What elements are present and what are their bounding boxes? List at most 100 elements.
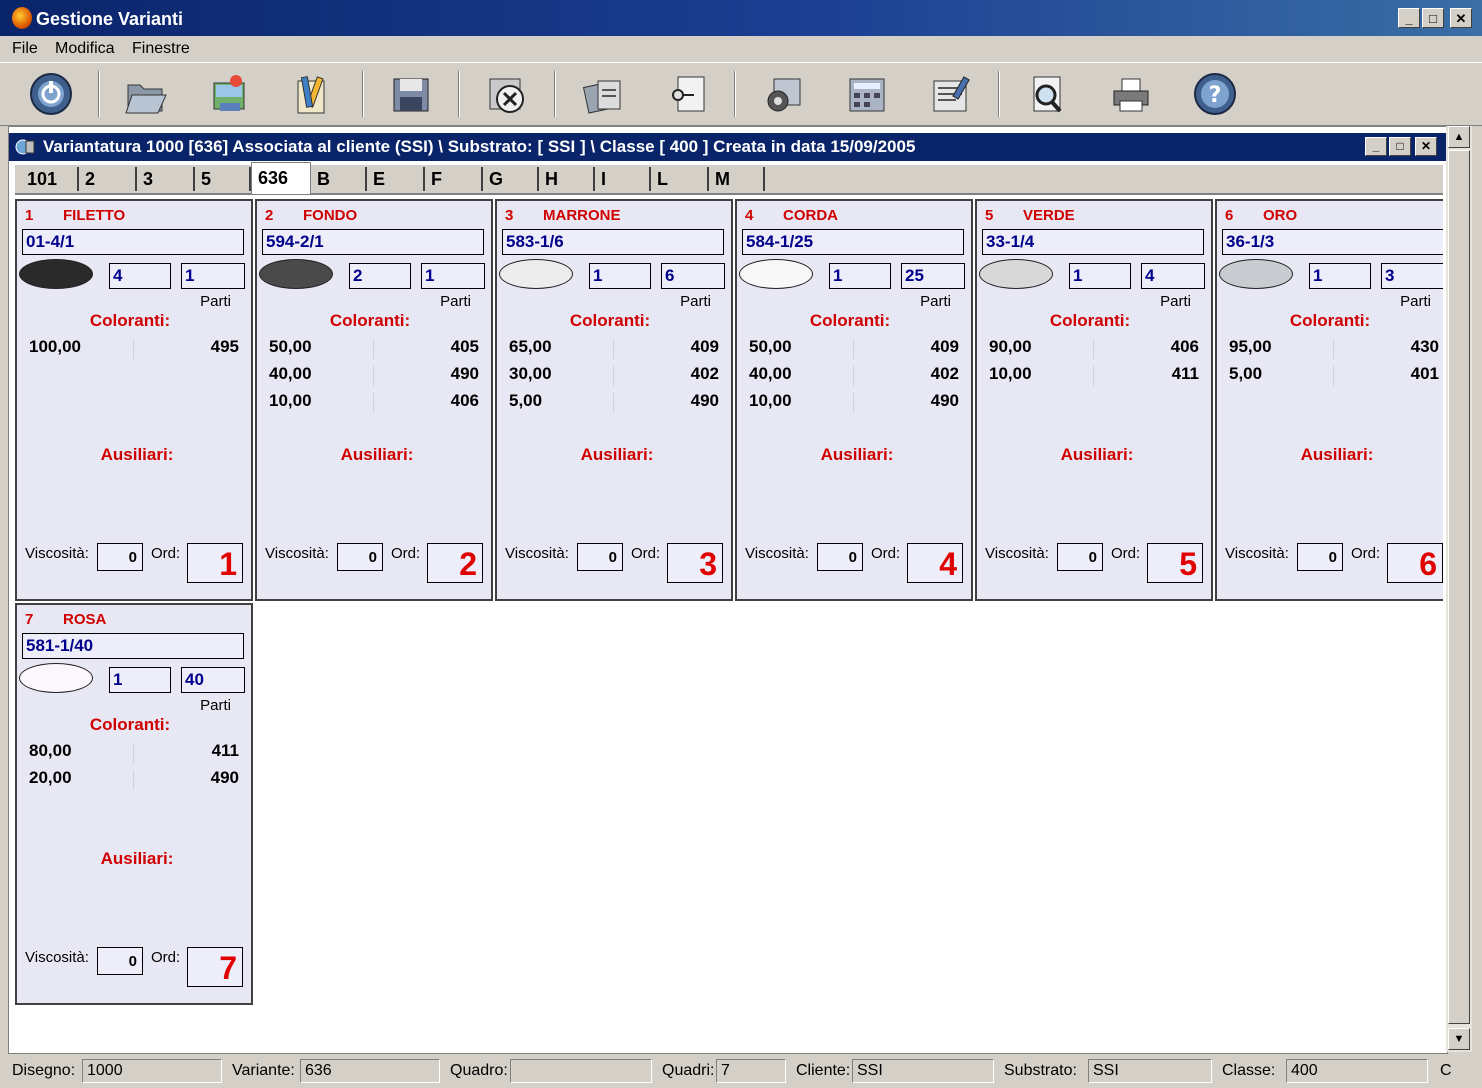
status-disegno-value: 1000 [82, 1059, 222, 1083]
viscosita-field[interactable]: 0 [817, 543, 863, 571]
panel-quantity-field[interactable]: 1 [1309, 263, 1371, 289]
scroll-up-icon[interactable]: ▲ [1448, 126, 1470, 148]
tab-3[interactable]: 3 [137, 167, 195, 191]
panel-color-name: ROSA [63, 611, 107, 628]
tab-e[interactable]: E [367, 167, 425, 191]
report-icon[interactable] [926, 69, 976, 119]
viscosita-label: Viscosità: [25, 949, 89, 966]
tab-5[interactable]: 5 [195, 167, 251, 191]
panel-number: 1 [25, 207, 34, 224]
panel-color-code-field[interactable]: 36-1/3 [1222, 229, 1443, 255]
app-logo-icon [12, 7, 32, 29]
child-minimize-button[interactable]: _ [1365, 137, 1387, 156]
viscosita-field[interactable]: 0 [97, 543, 143, 571]
panel-number: 6 [1225, 207, 1234, 224]
ord-field[interactable]: 4 [907, 543, 963, 583]
panel-quantity-field[interactable]: 1 [829, 263, 891, 289]
ord-field[interactable]: 7 [187, 947, 243, 987]
tab-h[interactable]: H [539, 167, 595, 191]
colorant-percent: 95,00 [1229, 337, 1272, 356]
maximize-button[interactable]: □ [1422, 8, 1444, 28]
tab-g[interactable]: G [483, 167, 539, 191]
ord-field[interactable]: 1 [187, 543, 243, 583]
ord-field[interactable]: 5 [1147, 543, 1203, 583]
scroll-down-icon[interactable]: ▼ [1448, 1028, 1470, 1050]
document-link-icon[interactable] [662, 69, 712, 119]
tab-101[interactable]: 101 [21, 167, 79, 191]
colorant-row: 10,00 406 [269, 391, 479, 415]
panel-number: 3 [505, 207, 514, 224]
help-icon[interactable]: ? [1190, 69, 1240, 119]
ord-field[interactable]: 3 [667, 543, 723, 583]
viscosita-field[interactable]: 0 [97, 947, 143, 975]
app-title: Gestione Varianti [36, 9, 184, 29]
panel-color-code-field[interactable]: 01-4/1 [22, 229, 244, 255]
save-disk-icon[interactable] [386, 69, 436, 119]
minimize-button[interactable]: _ [1398, 8, 1420, 28]
colorant-code: 490 [450, 364, 479, 383]
panel-parti-field[interactable]: 6 [661, 263, 725, 289]
row-divider [1333, 366, 1334, 386]
child-maximize-button[interactable]: □ [1389, 137, 1411, 156]
panel-parti-field[interactable]: 25 [901, 263, 965, 289]
menu-modifica[interactable]: Modifica [55, 40, 115, 58]
settings-tools-icon[interactable] [758, 69, 808, 119]
status-cliente-label: Cliente: [796, 1062, 851, 1079]
colorant-code: 405 [450, 337, 479, 356]
panel-quantity-field[interactable]: 2 [349, 263, 411, 289]
printer-icon[interactable] [1106, 69, 1156, 119]
panel-parti-field[interactable]: 3 [1381, 263, 1443, 289]
panel-color-code-field[interactable]: 583-1/6 [502, 229, 724, 255]
colorant-row: 5,00 401 [1229, 364, 1439, 388]
panel-parti-field[interactable]: 40 [181, 667, 245, 693]
panel-color-code-field[interactable]: 581-1/40 [22, 633, 244, 659]
colorant-code: 406 [450, 391, 479, 410]
toolbar-separator [458, 71, 460, 117]
tab-2[interactable]: 2 [79, 167, 137, 191]
viscosita-field[interactable]: 0 [1297, 543, 1343, 571]
tab-636[interactable]: 636 [251, 162, 311, 194]
colorant-row: 100,00 495 [29, 337, 239, 361]
child-window-titlebar: Variantatura 1000 [636] Associata al cli… [9, 133, 1447, 161]
panel-color-code-field[interactable]: 594-2/1 [262, 229, 484, 255]
panel-quantity-field[interactable]: 1 [109, 667, 171, 693]
viscosita-field[interactable]: 0 [577, 543, 623, 571]
panel-quantity-field[interactable]: 1 [1069, 263, 1131, 289]
tab-b[interactable]: B [311, 167, 367, 191]
ord-field[interactable]: 6 [1387, 543, 1443, 583]
status-variante-label: Variante: [232, 1062, 295, 1079]
menu-finestre[interactable]: Finestre [132, 40, 190, 58]
image-edit-icon[interactable] [204, 69, 254, 119]
status-quadro-label: Quadro: [450, 1062, 508, 1079]
edit-pencil-icon[interactable] [288, 69, 338, 119]
vertical-scrollbar[interactable]: ▲ ▼ [1446, 126, 1472, 1052]
ord-field[interactable]: 2 [427, 543, 483, 583]
menu-file[interactable]: File [12, 40, 38, 58]
viscosita-field[interactable]: 0 [337, 543, 383, 571]
tab-i[interactable]: I [595, 167, 651, 191]
panel-parti-field[interactable]: 1 [421, 263, 485, 289]
child-close-button[interactable]: ✕ [1415, 137, 1437, 156]
copy-documents-icon[interactable] [578, 69, 628, 119]
panel-quantity-field[interactable]: 4 [109, 263, 171, 289]
calculator-icon[interactable] [842, 69, 892, 119]
panel-color-code-field[interactable]: 584-1/25 [742, 229, 964, 255]
viscosita-field[interactable]: 0 [1057, 543, 1103, 571]
scrollbar-thumb[interactable] [1448, 150, 1470, 1024]
panel-quantity-field[interactable]: 1 [589, 263, 651, 289]
close-button[interactable]: ✕ [1450, 8, 1472, 28]
color-swatch [979, 259, 1053, 289]
preview-magnifier-icon[interactable] [1022, 69, 1072, 119]
tab-m[interactable]: M [709, 167, 765, 191]
power-icon[interactable] [26, 69, 76, 119]
ausiliari-label: Ausiliari: [340, 445, 414, 464]
open-folder-icon[interactable] [120, 69, 170, 119]
panel-parti-field[interactable]: 4 [1141, 263, 1205, 289]
color-swatch [259, 259, 333, 289]
delete-icon[interactable] [482, 69, 532, 119]
panel-color-code-field[interactable]: 33-1/4 [982, 229, 1204, 255]
panel-parti-field[interactable]: 1 [181, 263, 245, 289]
tab-f[interactable]: F [425, 167, 483, 191]
tab-l[interactable]: L [651, 167, 709, 191]
viscosita-label: Viscosità: [985, 545, 1049, 562]
